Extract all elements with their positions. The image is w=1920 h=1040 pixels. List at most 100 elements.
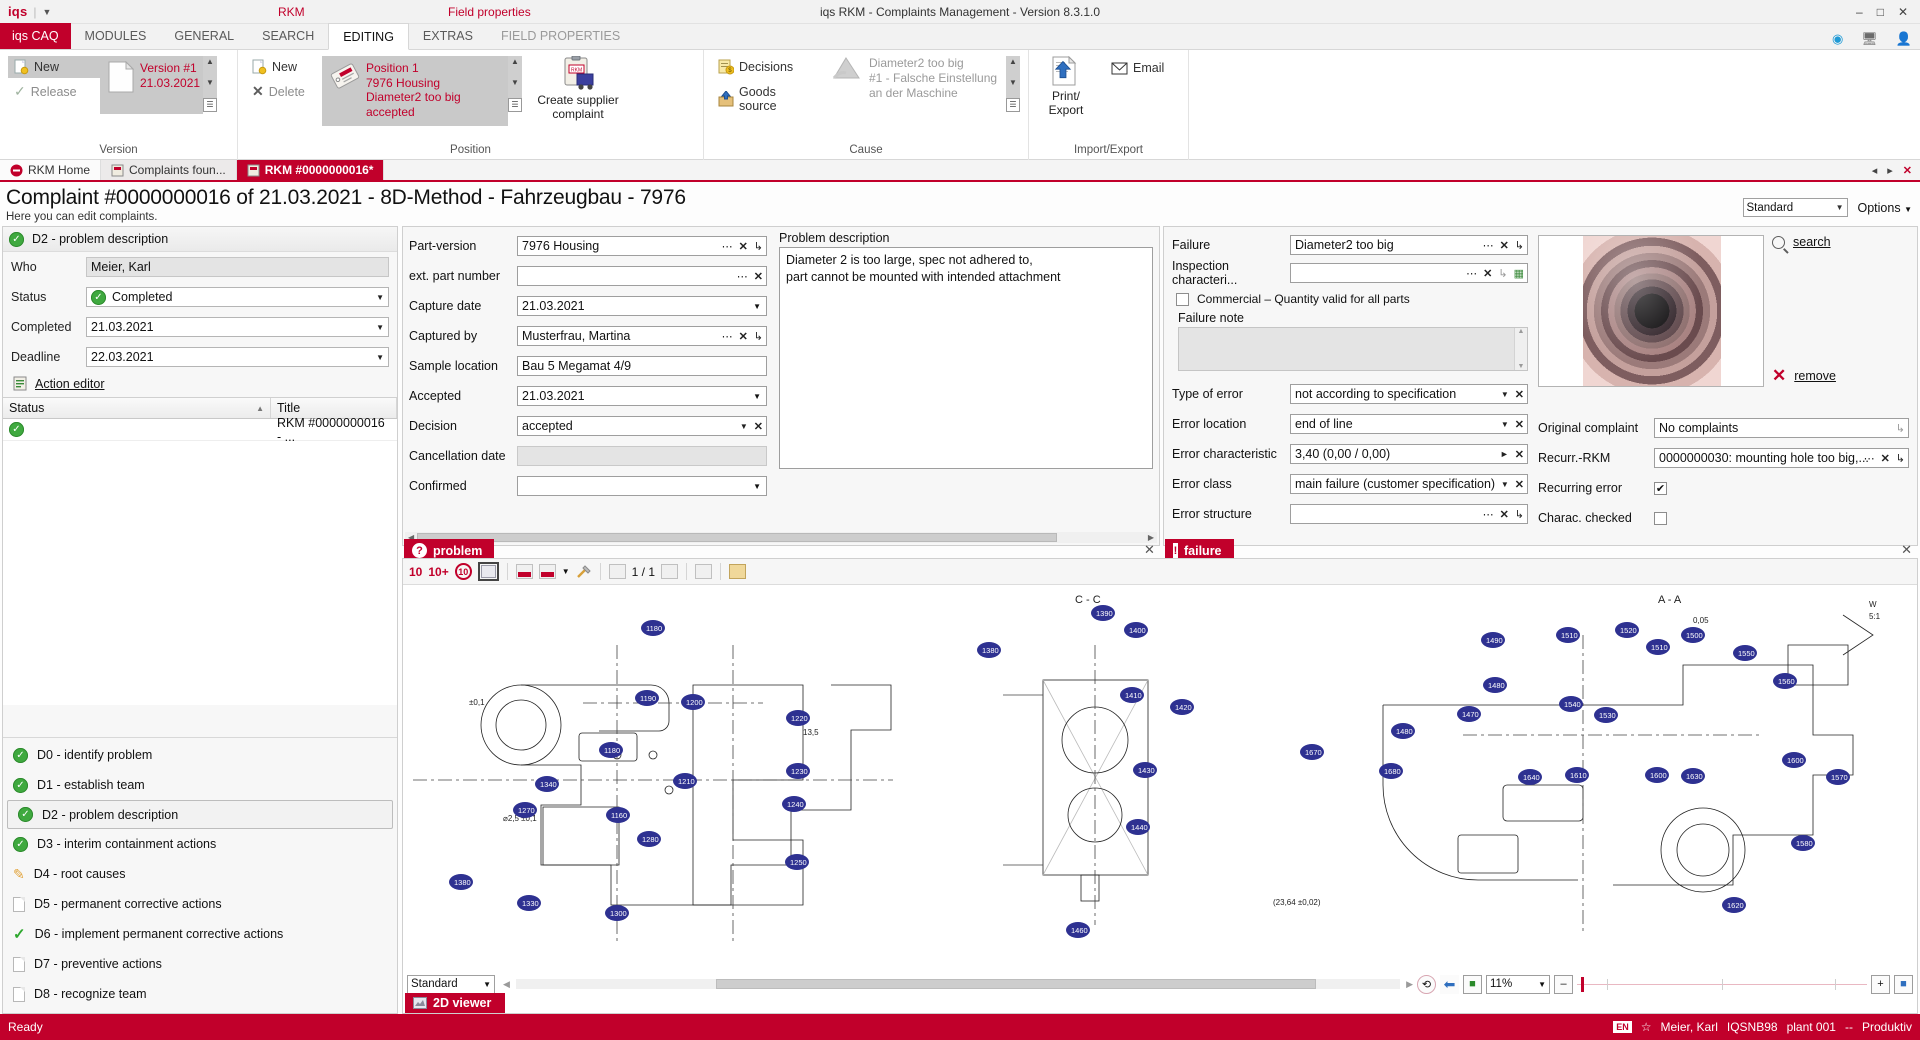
chevron-down-icon[interactable]: ▼ [753, 392, 761, 401]
clear-x-icon[interactable]: ✕ [1881, 452, 1890, 465]
fit-view-icon[interactable]: ■ [1463, 975, 1482, 994]
image-search-link[interactable]: search [1793, 235, 1831, 249]
options-button[interactable]: Options ▼ [1858, 201, 1913, 215]
sidebar-item-d2[interactable]: ✓ D2 - problem description [7, 800, 393, 829]
table-row[interactable]: ✓ RKM #0000000016 - ... [3, 419, 397, 441]
spin-down-icon[interactable]: ▼ [206, 77, 214, 89]
recurring-error-checkbox[interactable]: ✔ [1654, 482, 1667, 495]
clear-x-icon[interactable]: ✕ [739, 240, 748, 253]
goto-arrow-icon[interactable]: ↳ [1896, 452, 1905, 465]
open-drawing-button[interactable] [516, 564, 533, 579]
sidebar-item-d4[interactable]: ✎ D4 - root causes [3, 859, 397, 889]
error-location-select[interactable]: end of line ▼ ✕ [1290, 414, 1528, 434]
commercial-checkbox[interactable] [1176, 293, 1189, 306]
help-circle-icon[interactable]: ◉ [1832, 31, 1843, 47]
chevron-down-icon[interactable]: ▼ [1501, 390, 1509, 399]
decision-select[interactable]: accepted ▼ ✕ [517, 416, 767, 436]
clear-x-icon[interactable]: ✕ [754, 420, 763, 433]
chevron-down-icon[interactable]: ▼ [740, 422, 748, 431]
sidebar-item-d1[interactable]: ✓ D1 - establish team [3, 770, 397, 800]
tab-general[interactable]: GENERAL [160, 23, 248, 49]
version-release-button[interactable]: ✓ Release [8, 80, 100, 103]
error-characteristic-input[interactable]: 3,40 (0,00 / 0,00) ► ✕ [1290, 444, 1528, 464]
rotate-icon[interactable]: ⟲ [1417, 975, 1436, 994]
tools-icon[interactable] [576, 564, 592, 579]
status-select[interactable]: ✓ Completed ▼ [86, 287, 389, 307]
play-arrow-icon[interactable]: ► [1500, 449, 1509, 459]
goto-arrow-icon[interactable]: ↳ [1498, 267, 1507, 280]
center-panel-hscrollbar[interactable]: ◀ ▶ [405, 532, 1157, 543]
pan-left-icon[interactable]: ⬅ [1440, 975, 1459, 994]
zoom-slider[interactable] [1577, 975, 1867, 994]
spin-up-icon[interactable]: ▲ [206, 56, 214, 68]
user-badge-icon[interactable]: 👤 [1896, 31, 1912, 47]
clear-x-icon[interactable]: ✕ [1515, 478, 1524, 491]
drawing-canvas[interactable]: ⌀2,5 ±0,1 ±0,1 13,5 C - C A - A W5:1 0,0… [403, 585, 1917, 971]
completed-date-input[interactable]: 21.03.2021 ▼ [86, 317, 389, 337]
zoom-prev-icon[interactable]: ▶ [1406, 979, 1413, 990]
problem-description-textarea[interactable]: Diameter 2 is too large, spec not adhere… [779, 247, 1153, 469]
sidebar-item-d3[interactable]: ✓ D3 - interim containment actions [3, 829, 397, 859]
image-remove-link[interactable]: remove [1794, 369, 1836, 383]
notes-button[interactable] [729, 564, 746, 579]
next-page-button[interactable] [661, 564, 678, 579]
sidebar-item-d5[interactable]: D5 - permanent corrective actions [3, 889, 397, 919]
sidebar-item-d0[interactable]: ✓ D0 - identify problem [3, 740, 397, 770]
version-spinner[interactable]: ▲ ▼ ☰ [203, 56, 217, 112]
zoom-level-select[interactable]: 11% ▼ [1486, 975, 1550, 994]
confirmed-input[interactable]: ▼ [517, 476, 767, 496]
chevron-down-icon[interactable]: ▼ [562, 567, 570, 576]
accepted-date-input[interactable]: 21.03.2021 ▼ [517, 386, 767, 406]
clear-x-icon[interactable]: ✕ [1515, 418, 1524, 431]
tab-next-icon[interactable]: ▸ [1887, 164, 1893, 177]
ellipsis-icon[interactable]: ⋯ [722, 330, 733, 343]
filter-circle-10-button[interactable]: 10 [455, 563, 472, 580]
clear-x-icon[interactable]: ✕ [754, 270, 763, 283]
who-input[interactable]: Meier, Karl [86, 257, 389, 277]
failure-note-scrollbar[interactable]: ▲ ▼ [1514, 328, 1527, 370]
deadline-date-input[interactable]: 22.03.2021 ▼ [86, 347, 389, 367]
tab-field-properties[interactable]: FIELD PROPERTIES [487, 23, 634, 49]
failure-input[interactable]: Diameter2 too big ⋯ ✕ ↳ [1290, 235, 1528, 255]
spin-down-icon[interactable]: ▼ [511, 77, 519, 89]
zoom-slider-knob[interactable] [1581, 977, 1584, 992]
action-editor-link[interactable]: Action editor [35, 377, 104, 391]
doctab-complaints-found[interactable]: Complaints foun... [101, 160, 237, 180]
version-tile[interactable]: Version #1 21.03.2021 [100, 56, 203, 114]
previous-page-button[interactable] [609, 564, 626, 579]
tab-editing[interactable]: EDITING [328, 23, 409, 50]
doctab-rkm-home[interactable]: RKM Home [0, 160, 101, 180]
chevron-down-icon[interactable]: ▼ [1501, 420, 1509, 429]
chevron-down-icon[interactable]: ▼ [753, 482, 761, 491]
print-export-button[interactable]: Print/ Export [1037, 56, 1095, 118]
tab-modules[interactable]: MODULES [71, 23, 161, 49]
clear-x-icon[interactable]: ✕ [1500, 508, 1509, 521]
goto-arrow-icon[interactable]: ↳ [1515, 239, 1524, 252]
sidebar-item-d7[interactable]: D7 - preventive actions [3, 949, 397, 979]
position-delete-button[interactable]: ✕ Delete [246, 80, 322, 103]
position-spinner[interactable]: ▲ ▼ ☰ [508, 56, 522, 112]
tab-iqs-caq[interactable]: iqs CAQ [0, 23, 71, 49]
zoom-in-button[interactable]: + [1871, 975, 1890, 994]
chevron-down-icon[interactable]: ▼ [753, 302, 761, 311]
goto-arrow-icon[interactable]: ↳ [1896, 422, 1905, 435]
maximize-icon[interactable]: □ [1877, 6, 1884, 18]
ext-part-number-input[interactable]: ⋯ ✕ [517, 266, 767, 286]
search-icon[interactable] [1772, 236, 1785, 249]
recurr-rkm-input[interactable]: 0000000030: mounting hole too big,... ⋯ … [1654, 448, 1909, 468]
center-panel-close-icon[interactable]: ✕ [1144, 542, 1155, 558]
scroll-down-icon[interactable]: ▼ [1518, 363, 1525, 370]
tab-prev-icon[interactable]: ◂ [1872, 164, 1878, 177]
ellipsis-icon[interactable]: ⋯ [722, 240, 733, 253]
captured-by-input[interactable]: Musterfrau, Martina ⋯ ✕ ↳ [517, 326, 767, 346]
language-badge[interactable]: EN [1613, 1021, 1632, 1033]
goto-arrow-icon[interactable]: ↳ [1515, 508, 1524, 521]
zoom-out-button[interactable]: – [1554, 975, 1573, 994]
doctab-rkm-0000000016[interactable]: RKM #0000000016* [237, 160, 385, 180]
favorite-star-icon[interactable]: ☆ [1641, 1020, 1652, 1034]
column-title[interactable]: Title [271, 398, 397, 418]
tab-close-icon[interactable]: ✕ [1903, 164, 1912, 177]
viewer-layout-select[interactable]: Standard ▼ [407, 975, 495, 994]
clear-x-icon[interactable]: ✕ [1500, 239, 1509, 252]
decisions-button[interactable]: $ Decisions [712, 56, 814, 78]
